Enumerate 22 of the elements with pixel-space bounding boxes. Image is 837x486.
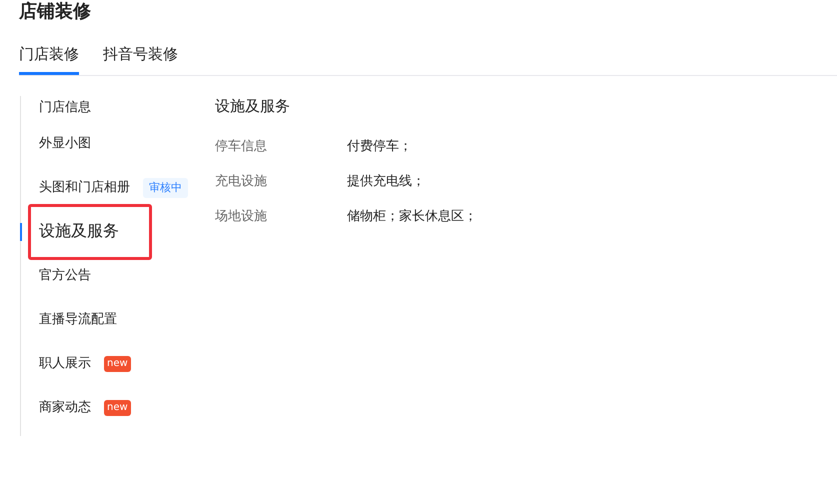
sidebar-item[interactable]: 商家动态: [28, 396, 102, 420]
sidebar-item[interactable]: 职人展示: [28, 352, 102, 376]
field-value: 提供充电线；: [347, 173, 425, 191]
page-title: 店铺装修: [19, 0, 91, 24]
tab[interactable]: 抖音号装修: [103, 44, 178, 75]
tab[interactable]: 门店装修: [19, 44, 79, 75]
field-value: 付费停车；: [347, 138, 412, 156]
field-label: 充电设施: [215, 173, 268, 191]
active-indicator: [20, 223, 22, 241]
sidebar-item[interactable]: 直播导流配置: [28, 308, 128, 332]
new-badge: new: [104, 400, 131, 416]
sidebar-item[interactable]: 门店信息: [28, 96, 102, 120]
section-title: 设施及服务: [215, 96, 291, 116]
sidebar-item[interactable]: 外显小图: [28, 132, 102, 156]
field-label: 停车信息: [215, 138, 268, 156]
field-label: 场地设施: [215, 208, 268, 226]
sidebar-item[interactable]: 官方公告: [28, 264, 102, 288]
field-value: 储物柜；家长休息区；: [347, 208, 477, 226]
new-badge: new: [104, 356, 131, 372]
status-badge: 审核中: [143, 178, 188, 198]
sidebar-item[interactable]: 头图和门店相册: [28, 176, 141, 200]
sidebar-item[interactable]: 设施及服务: [28, 204, 152, 260]
